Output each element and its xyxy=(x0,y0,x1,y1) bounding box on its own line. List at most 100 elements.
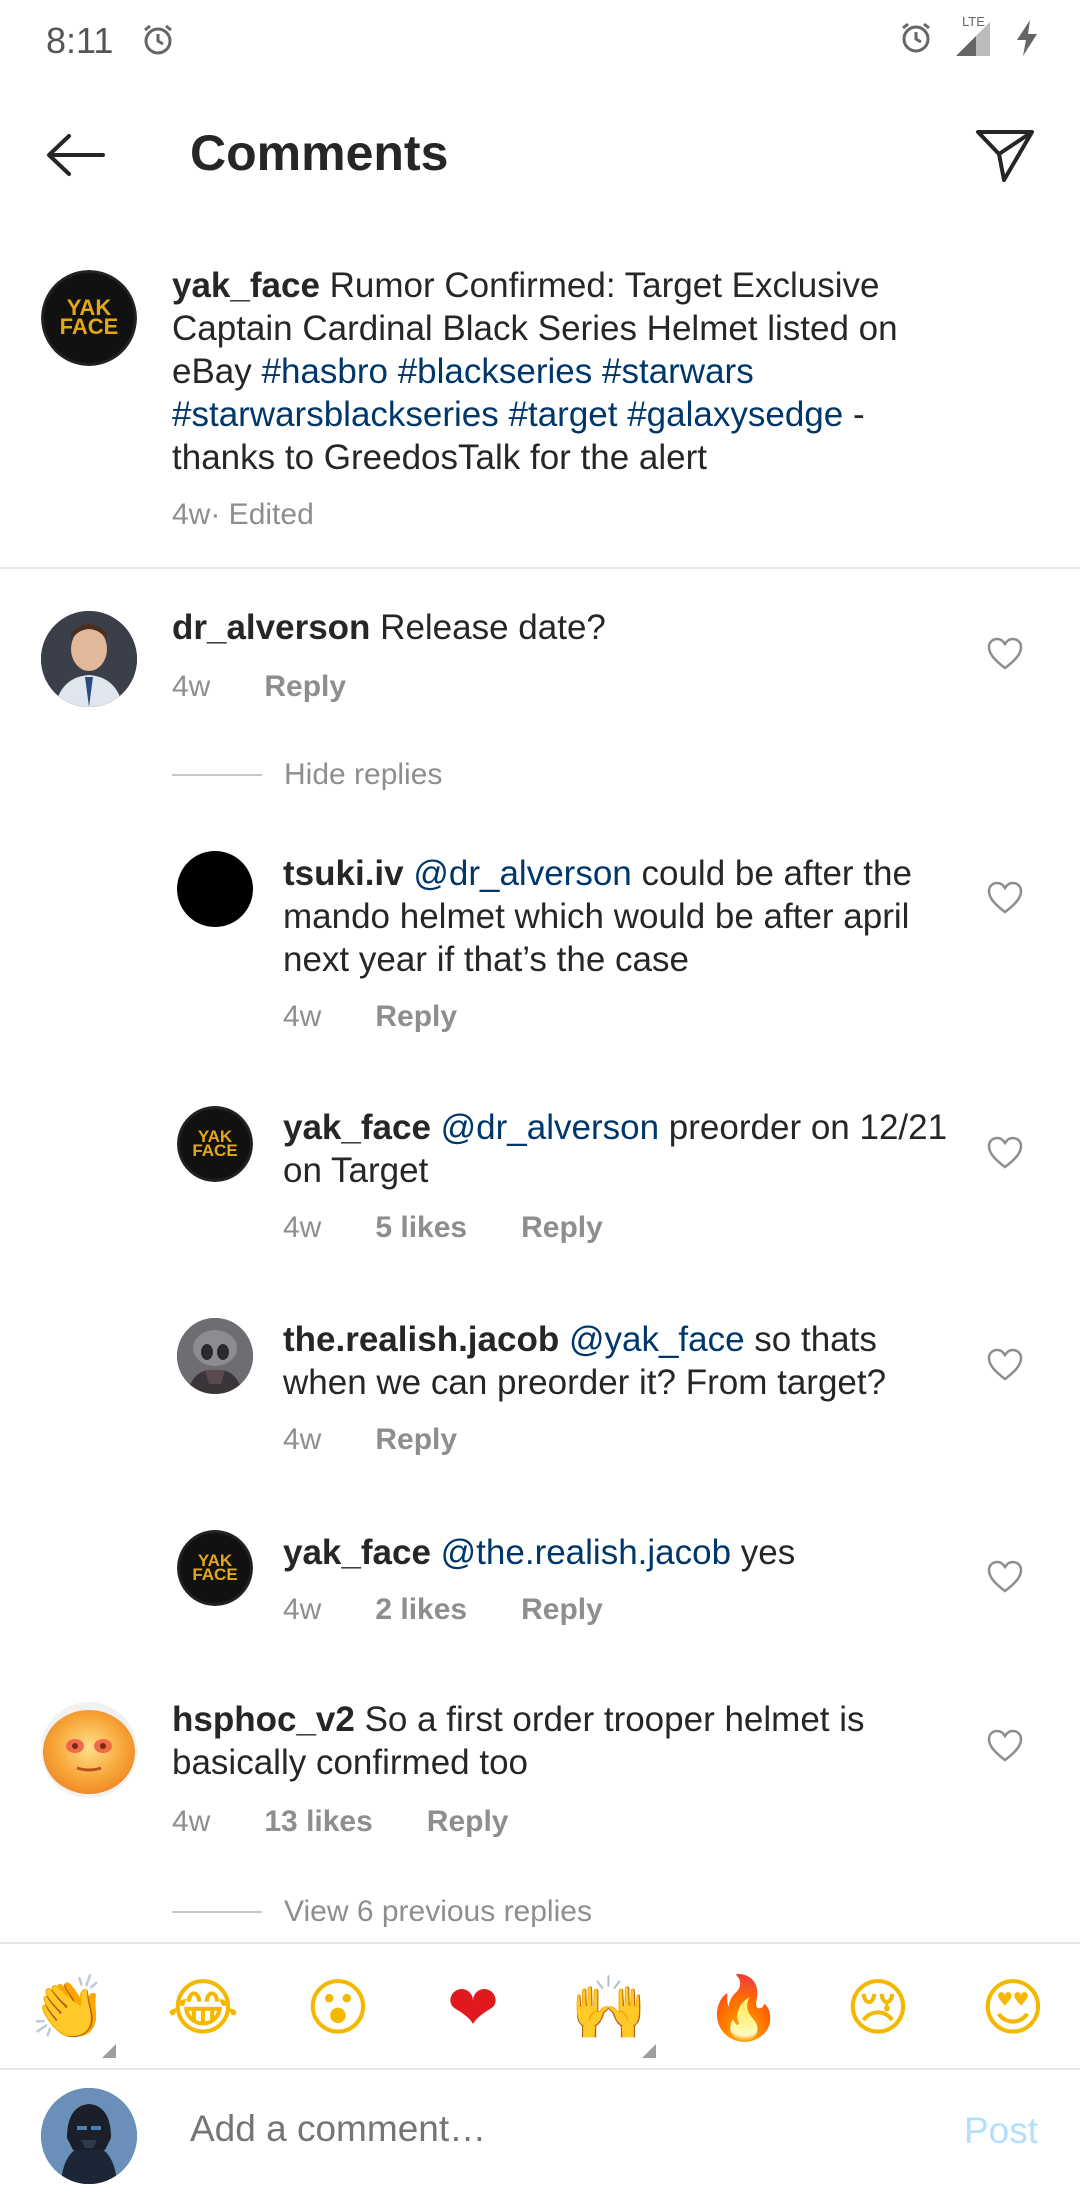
reply-button[interactable]: Reply xyxy=(264,670,346,704)
hide-replies-label: Hide replies xyxy=(284,758,443,791)
heart-icon[interactable] xyxy=(987,637,1023,671)
comment-meta: 4w 13 likes Reply xyxy=(172,1805,509,1839)
mention[interactable]: @dr_alverson xyxy=(413,854,631,893)
comment-text: hsphoc_v2 So a first order trooper helme… xyxy=(172,1698,952,1784)
avatar[interactable]: YAK FACE xyxy=(41,270,137,366)
comment-input[interactable] xyxy=(190,2108,890,2150)
yak-face-logo: YAK FACE xyxy=(177,1106,253,1182)
caption-text: yak_face Rumor Confirmed: Target Exclusi… xyxy=(172,264,952,479)
avatar[interactable] xyxy=(41,1702,137,1798)
reply-text: tsuki.iv @dr_alverson could be after the… xyxy=(283,852,963,981)
emoji-glyph: 😍 xyxy=(980,1971,1046,2044)
likes-count[interactable]: 2 likes xyxy=(375,1593,467,1627)
hashtag[interactable]: #starwars xyxy=(602,352,754,391)
raising-hands-icon[interactable]: 🙌 xyxy=(570,1970,656,2058)
charging-icon xyxy=(1014,18,1040,63)
red-heart-icon[interactable]: ❤ xyxy=(435,1970,511,2046)
hashtag[interactable]: #starwarsblackseries xyxy=(172,395,499,434)
divider-line xyxy=(172,1911,262,1913)
reply-username[interactable]: the.realish.jacob xyxy=(283,1320,559,1359)
heart-icon[interactable] xyxy=(987,881,1023,915)
emoji-glyph: ❤ xyxy=(447,1971,499,2044)
emoji-glyph: 👏 xyxy=(30,1971,108,2044)
timestamp: 4w xyxy=(172,670,211,703)
timestamp: 4w xyxy=(172,1805,211,1838)
reply-meta: 4w 5 likes Reply xyxy=(283,1211,603,1245)
caption-meta: 4w · Edited xyxy=(172,498,314,532)
view-previous-label: View 6 previous replies xyxy=(284,1895,592,1928)
heart-eyes-icon[interactable]: 😍 xyxy=(975,1970,1051,2046)
crying-face-icon[interactable]: 😢 xyxy=(840,1970,916,2046)
network-label: LTE xyxy=(962,14,985,29)
mention[interactable]: @yak_face xyxy=(569,1320,745,1359)
header: Comments xyxy=(0,100,1080,210)
emoji-glyph: 😮 xyxy=(305,1971,371,2044)
reply-text: the.realish.jacob @yak_face so thats whe… xyxy=(283,1318,963,1404)
emoji-glyph: 🔥 xyxy=(705,1971,783,2044)
hashtag[interactable]: #blackseries xyxy=(398,352,593,391)
avatar[interactable]: YAK FACE xyxy=(177,1106,253,1182)
yak-face-logo: YAK FACE xyxy=(177,1530,253,1606)
status-time: 8:11 xyxy=(46,20,114,61)
reply-username[interactable]: yak_face xyxy=(283,1108,431,1147)
hashtag[interactable]: #galaxysedge xyxy=(627,395,843,434)
mention[interactable]: @dr_alverson xyxy=(441,1108,659,1147)
caption-username[interactable]: yak_face xyxy=(172,266,320,305)
avatar-photo xyxy=(41,611,137,707)
signal-icon: LTE xyxy=(952,14,996,63)
comment-username[interactable]: dr_alverson xyxy=(172,608,370,647)
reply-button[interactable]: Reply xyxy=(521,1593,603,1627)
edited-label: · Edited xyxy=(210,498,314,531)
view-previous-replies-button[interactable]: View 6 previous replies xyxy=(172,1895,592,1929)
avatar-emoji-face xyxy=(41,1702,137,1798)
fire-icon[interactable]: 🔥 xyxy=(705,1970,783,2046)
page-title: Comments xyxy=(190,125,449,181)
reply-meta: 4w Reply xyxy=(283,1423,457,1457)
reply-button[interactable]: Reply xyxy=(375,1423,457,1457)
emoji-glyph: 😢 xyxy=(845,1971,911,2044)
surprised-face-icon[interactable]: 😮 xyxy=(300,1970,376,2046)
heart-icon[interactable] xyxy=(987,1729,1023,1763)
comment-text: dr_alverson Release date? xyxy=(172,606,952,649)
timestamp: 4w xyxy=(283,1593,322,1626)
avatar[interactable] xyxy=(177,851,253,927)
heart-icon[interactable] xyxy=(987,1348,1023,1382)
hashtag[interactable]: #hasbro xyxy=(262,352,388,391)
alarm-icon xyxy=(140,22,176,63)
hide-replies-button[interactable]: Hide replies xyxy=(172,758,442,792)
reply-button[interactable]: Reply xyxy=(521,1211,603,1245)
status-icons: LTE xyxy=(898,14,1040,63)
status-bar: 8:11 LTE xyxy=(0,0,1080,80)
reply-username[interactable]: tsuki.iv xyxy=(283,854,404,893)
yak-face-logo: YAK FACE xyxy=(41,270,137,366)
mention[interactable]: @the.realish.jacob xyxy=(441,1533,731,1572)
comment-body: Release date? xyxy=(370,608,606,647)
arrow-left-icon xyxy=(47,134,105,176)
tears-of-joy-icon[interactable]: 😂 xyxy=(165,1970,241,2046)
variant-indicator xyxy=(642,2044,656,2058)
variant-indicator xyxy=(102,2044,116,2058)
reply-button[interactable]: Reply xyxy=(375,1000,457,1034)
reply-button[interactable]: Reply xyxy=(427,1805,509,1839)
share-button[interactable] xyxy=(970,120,1040,190)
comment-username[interactable]: hsphoc_v2 xyxy=(172,1700,355,1739)
divider-line xyxy=(172,774,262,776)
heart-icon[interactable] xyxy=(987,1560,1023,1594)
timestamp: 4w xyxy=(172,498,211,531)
paper-plane-icon xyxy=(976,130,1034,182)
back-button[interactable] xyxy=(40,122,110,188)
heart-icon[interactable] xyxy=(987,1136,1023,1170)
timestamp: 4w xyxy=(283,1211,322,1244)
timestamp: 4w xyxy=(283,1423,322,1456)
clapping-hands-icon[interactable]: 👏 xyxy=(30,1970,116,2058)
hashtag[interactable]: #target xyxy=(509,395,618,434)
avatar[interactable] xyxy=(41,611,137,707)
likes-count[interactable]: 13 likes xyxy=(264,1805,372,1839)
avatar[interactable] xyxy=(177,1318,253,1394)
reply-username[interactable]: yak_face xyxy=(283,1533,431,1572)
emoji-bar: 👏 😂 😮 ❤ 🙌 🔥 😢 😍 xyxy=(0,1942,1080,2070)
post-button[interactable]: Post xyxy=(964,2110,1038,2152)
likes-count[interactable]: 5 likes xyxy=(375,1211,467,1245)
avatar[interactable]: YAK FACE xyxy=(177,1530,253,1606)
reply-meta: 4w Reply xyxy=(283,1000,457,1034)
